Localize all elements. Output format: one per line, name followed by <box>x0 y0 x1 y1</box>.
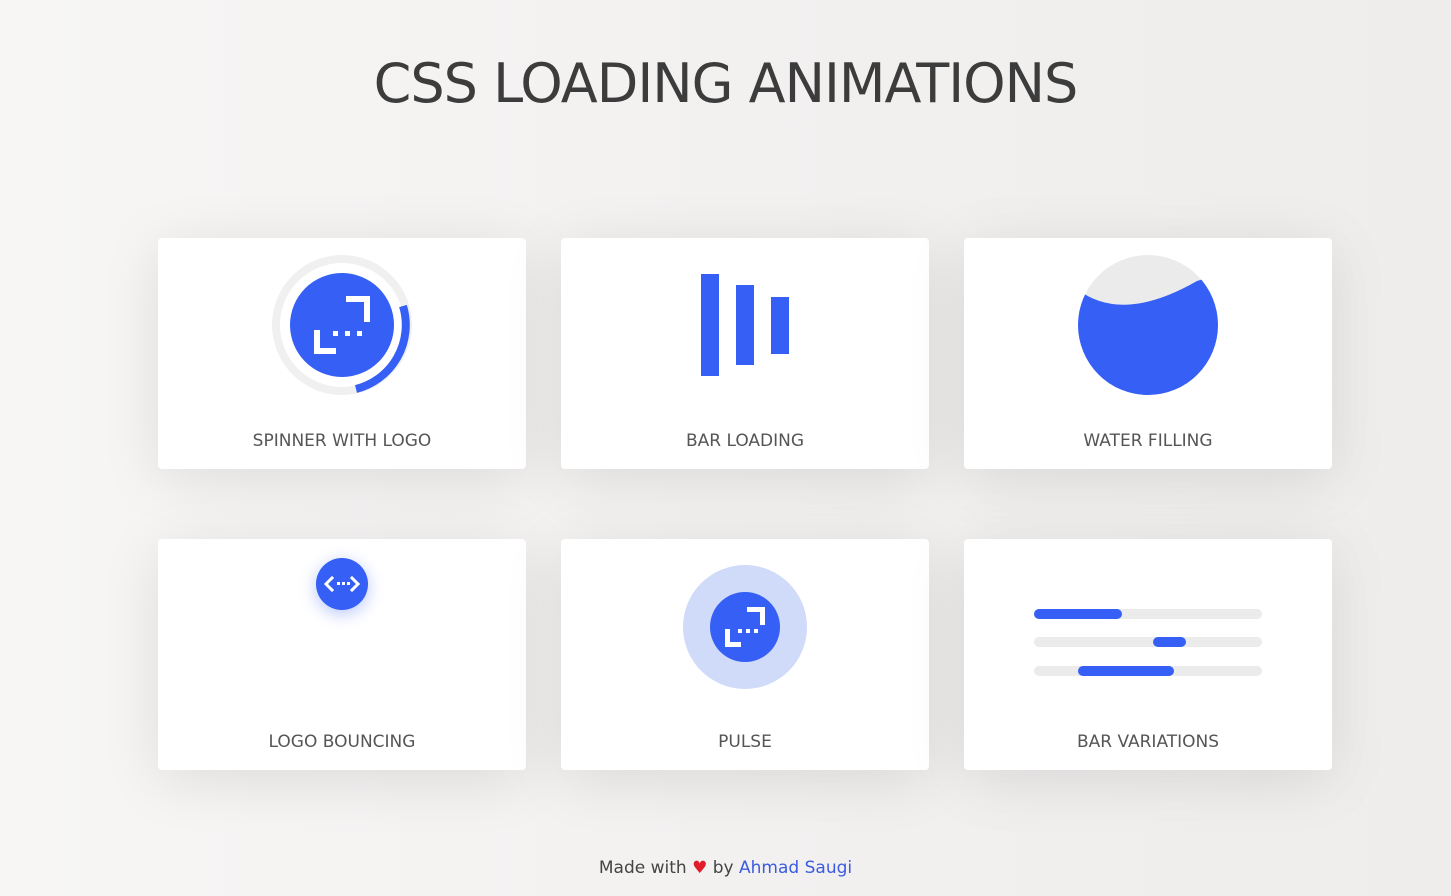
progress-track-3 <box>1034 666 1262 676</box>
footer: Made with ♥ by Ahmad Saugi <box>0 858 1451 878</box>
progress-fill-3 <box>1078 666 1174 676</box>
heart-icon: ♥ <box>692 858 708 878</box>
card-spinner-with-logo[interactable]: SPINNER WITH LOGO <box>158 238 526 469</box>
loading-bar-3 <box>771 297 789 354</box>
spinner <box>272 255 412 395</box>
progress-track-2 <box>1034 637 1262 647</box>
card-label: SPINNER WITH LOGO <box>252 431 432 451</box>
footer-made-with: Made with <box>598 858 687 878</box>
page-title: CSS LOADING ANIMATIONS <box>373 52 1079 115</box>
card-logo-bouncing[interactable]: LOGO BOUNCING <box>158 539 526 770</box>
card-label: WATER FILLING <box>1083 431 1213 451</box>
pulse <box>683 565 807 689</box>
footer-by: by <box>712 858 734 878</box>
water-filling-circle <box>1078 255 1218 395</box>
card-bar-loading[interactable]: BAR LOADING <box>561 238 929 469</box>
card-label: LOGO BOUNCING <box>268 732 416 752</box>
progress-fill-1 <box>1034 609 1122 619</box>
progress-track-1 <box>1034 609 1262 619</box>
card-label: BAR VARIATIONS <box>1076 732 1220 752</box>
loading-bar-2 <box>736 285 754 365</box>
card-pulse[interactable]: PULSE <box>561 539 929 770</box>
bouncing-logo <box>316 558 368 610</box>
author-link[interactable]: Ahmad Saugi <box>739 858 852 878</box>
loading-bar-1 <box>701 274 719 376</box>
card-label: BAR LOADING <box>685 431 805 451</box>
card-bar-variations[interactable]: BAR VARIATIONS <box>964 539 1332 770</box>
progress-fill-2 <box>1153 637 1186 647</box>
card-label: PULSE <box>718 732 772 752</box>
card-water-filling[interactable]: WATER FILLING <box>964 238 1332 469</box>
